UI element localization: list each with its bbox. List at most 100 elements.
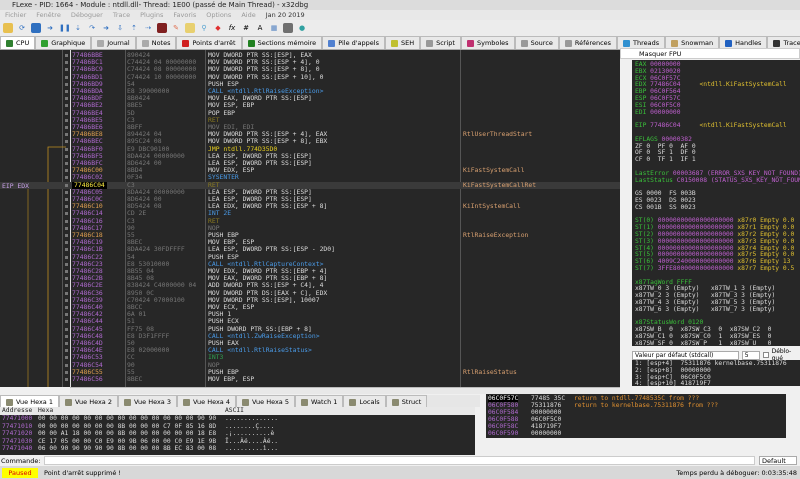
registers-view[interactable]: EAX 00000000 EBX 02130020 ECX 06C0F57C E… [632,60,800,346]
command-input[interactable] [43,456,755,465]
step-into-icon[interactable]: ⇣ [73,23,83,33]
breakpoint-marker[interactable] [65,126,68,129]
stop-icon[interactable] [31,23,41,33]
stack-row[interactable]: 06C0F580 75311876 return to kernelbase.753… [486,402,786,409]
breakpoint-marker[interactable] [65,169,68,173]
breakpoint-marker[interactable] [65,327,68,331]
breakpoint-marker[interactable] [65,75,68,79]
restart-icon[interactable]: ⟳ [17,23,27,33]
breakpoint-marker[interactable] [65,270,68,273]
tab-sections-m-moire[interactable]: Sections mémoire [241,36,323,49]
breakpoint-marker[interactable] [65,349,68,353]
argument-item[interactable]: 4: [esp+10] 418719F7 [635,381,797,386]
tab-symboles[interactable]: Symboles [460,36,515,49]
hex-row[interactable]: 77471030 CE 17 05 00 00 C0 E9 00 9B 06 00… [0,438,475,446]
tab-source[interactable]: Source [514,36,559,49]
breakpoint-marker[interactable] [65,378,68,381]
hide-fpu-button[interactable]: Masquer FPU [620,48,800,59]
menu-help[interactable]: Aide [241,11,255,19]
breakpoint-marker[interactable] [65,255,68,259]
breakpoint-marker[interactable] [65,320,68,324]
command-mode-select[interactable]: Default [759,456,797,465]
breakpoint-marker[interactable] [65,313,68,317]
trace-into-icon[interactable]: ➜ [101,23,111,33]
breakpoint-marker[interactable] [65,118,68,122]
patch-icon[interactable]: ✎ [171,23,181,33]
disassembly-view[interactable]: 77486BBE 890424 MOV DWORD PTR SS:[ESP], EA… [0,50,620,387]
breakpoint-marker[interactable] [65,334,68,338]
breakpoint-marker[interactable] [65,183,68,187]
breakpoint-marker[interactable] [65,198,68,201]
trace-over-icon[interactable]: ⇩ [115,23,125,33]
functions-icon[interactable]: fx [227,23,237,33]
stack-row[interactable]: 06C0F57C 77485 35C return to ntdll.7748535… [486,395,786,402]
tab-cpu[interactable]: CPU [0,36,36,49]
tab-journal[interactable]: Journal [91,36,136,49]
font-icon[interactable]: A [255,23,265,33]
breakpoint-marker[interactable] [65,342,68,345]
breakpoint-marker[interactable] [65,363,68,367]
step-over-icon[interactable]: ↷ [87,23,97,33]
breakpoint-marker[interactable] [65,219,68,223]
arguments-list[interactable]: 1: [esp+4] 75311876 kernelbase.75311876 2… [632,360,800,386]
stack-row[interactable]: 06C0F584 00000000 [486,409,786,416]
breakpoint-marker[interactable] [65,104,68,108]
about-icon[interactable]: ● [297,23,307,33]
labels-icon[interactable]: ⚲ [199,23,209,33]
stack-view[interactable]: 06C0F57C 77485 35C return to ntdll.7748535… [486,394,786,438]
run-icon[interactable]: ➜ [45,23,55,33]
menu-plugins[interactable]: Plugins [140,11,163,19]
breakpoint-marker[interactable] [65,190,68,194]
breakpoint-marker[interactable] [65,284,68,288]
breakpoint-marker[interactable] [65,298,68,302]
arg-count-spinner[interactable]: 5 [741,350,760,360]
breakpoint-marker[interactable] [65,154,68,158]
calling-convention-select[interactable]: Valeur par défaut (stdcall) [632,350,739,360]
hex-row[interactable]: 77471010 00 00 00 00 00 00 00 8B 00 00 00… [0,423,475,431]
breakpoint-marker[interactable] [65,212,68,216]
hex-row[interactable]: 77471040 06 00 90 90 90 90 90 8B 00 00 00… [0,445,475,453]
tab-graphique[interactable]: Graphique [35,36,92,49]
breakpoint-marker[interactable] [65,234,68,237]
tab-notes[interactable]: Notes [135,36,177,49]
breakpoint-marker[interactable] [65,90,68,93]
pause-icon[interactable]: ❚❚ [59,23,71,33]
breakpoint-marker[interactable] [65,248,68,252]
breakpoint-marker[interactable] [65,54,68,57]
breakpoint-marker[interactable] [65,277,68,281]
disassembly-horizontal-scrollbar[interactable] [70,387,620,394]
breakpoint-marker[interactable] [65,306,68,309]
breakpoint-marker[interactable] [65,133,68,137]
breakpoint-marker[interactable] [65,68,68,72]
breakpoint-marker[interactable] [65,147,68,151]
tab-r-f-rences[interactable]: Références [558,36,618,49]
tab-seh[interactable]: SEH [384,36,421,49]
menu-favourites[interactable]: Favoris [173,11,196,19]
disasm-row[interactable]: 77486C56 8BEC MOV EBP, ESP [0,375,620,383]
stack-row[interactable]: 06C0F590 00000000 [486,430,786,437]
stack-row[interactable]: 06C0F58C 418719F7 [486,423,786,430]
tab-script[interactable]: Script [420,36,461,49]
calculator-icon[interactable]: ▦ [269,23,279,33]
breakpoint-marker[interactable] [65,140,68,144]
tab-points-d-arr-t[interactable]: Points d'arrêt [176,36,242,49]
breakpoint-marker[interactable] [65,205,68,209]
breakpoint-marker[interactable] [65,97,68,101]
bookmark-icon[interactable]: ◆ [213,23,223,33]
menu-options[interactable]: Options [206,11,231,19]
execute-till-return-icon[interactable]: ⇡ [129,23,139,33]
breakpoint-marker[interactable] [65,291,68,295]
menu-debug[interactable]: Déboguer [71,11,103,19]
menu-trace[interactable]: Trace [113,11,130,19]
breakpoint-marker[interactable] [65,162,68,165]
hash-icon[interactable]: # [241,23,251,33]
breakpoint-marker[interactable] [65,82,68,86]
menu-window[interactable]: Fenêtre [36,11,61,19]
breakpoint-marker[interactable] [65,356,68,360]
breakpoint-marker[interactable] [65,176,68,180]
run-to-user-code-icon[interactable]: ⇢ [143,23,153,33]
stack-row[interactable]: 06C0F588 06C0F5C0 [486,416,786,423]
open-icon[interactable] [3,23,13,33]
hex-row[interactable]: 77471000 00 00 00 00 00 00 00 00 00 00 00… [0,415,475,423]
tab-pile-d-appels[interactable]: Pile d'appels [322,36,385,49]
